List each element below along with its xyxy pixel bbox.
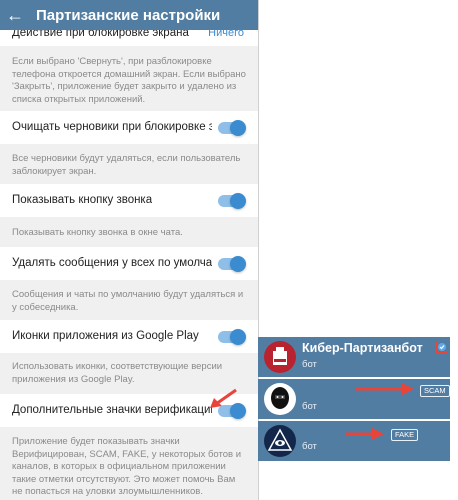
toggle-switch[interactable] [218, 193, 246, 209]
app-bar: ← Партизанские настройки [0, 0, 258, 30]
setting-description: Показывать кнопку звонка в окне чата. [12, 227, 183, 238]
toggle-switch[interactable] [218, 329, 246, 345]
avatar [264, 341, 296, 373]
red-arrow-icon [210, 388, 237, 408]
setting-label: Удалять сообщения у всех по умолчанию [12, 257, 212, 269]
arrow-left-icon[interactable]: ← [0, 0, 30, 30]
avatar [264, 425, 296, 457]
page-title: Партизанские настройки [36, 6, 221, 24]
toggle-switch[interactable] [218, 256, 246, 272]
red-arrow-icon [346, 428, 384, 440]
setting-label: Дополнительные значки верификации [12, 404, 212, 416]
bot-subtitle: бот [302, 441, 317, 452]
scam-tag: SCAM [420, 385, 450, 397]
bot-name: Кибер-Партизанбот [302, 341, 423, 355]
bot-subtitle: бот [302, 359, 317, 370]
settings-screen: ← Партизанские настройки Действие при бл… [0, 0, 259, 500]
avatar [264, 383, 296, 415]
setting-label: Иконки приложения из Google Play [12, 330, 199, 342]
fake-bot-card: бот FAKE [258, 421, 450, 461]
setting-label: Показывать кнопку звонка [12, 194, 153, 206]
verified-bot-card: Кибер-Партизанбот бот [258, 337, 450, 377]
bot-subtitle: бот [302, 401, 317, 412]
scam-bot-card: бот SCAM [258, 379, 450, 419]
setting-description: Если выбрано 'Свернуть', при разблокиров… [12, 56, 246, 105]
setting-call-button[interactable]: Показывать кнопку звонка [0, 184, 258, 217]
setting-delete-for-all[interactable]: Удалять сообщения у всех по умолчанию [0, 247, 258, 280]
setting-label: Очищать черновики при блокировке экрана [12, 121, 212, 133]
setting-description: Использовать иконки, соответствующие вер… [12, 361, 223, 385]
setting-gp-icons[interactable]: Иконки приложения из Google Play [0, 320, 258, 353]
red-arrow-icon [356, 383, 414, 395]
verified-icon [436, 341, 448, 353]
fake-tag: FAKE [391, 429, 419, 441]
setting-description: Приложение будет показывать значки Вериф… [12, 436, 242, 497]
toggle-switch[interactable] [218, 120, 246, 136]
setting-description: Сообщения и чаты по умолчанию будут удал… [12, 289, 244, 313]
setting-clear-drafts[interactable]: Очищать черновики при блокировке экрана [0, 111, 258, 144]
setting-description: Все черновики будут удаляться, если поль… [12, 153, 241, 177]
